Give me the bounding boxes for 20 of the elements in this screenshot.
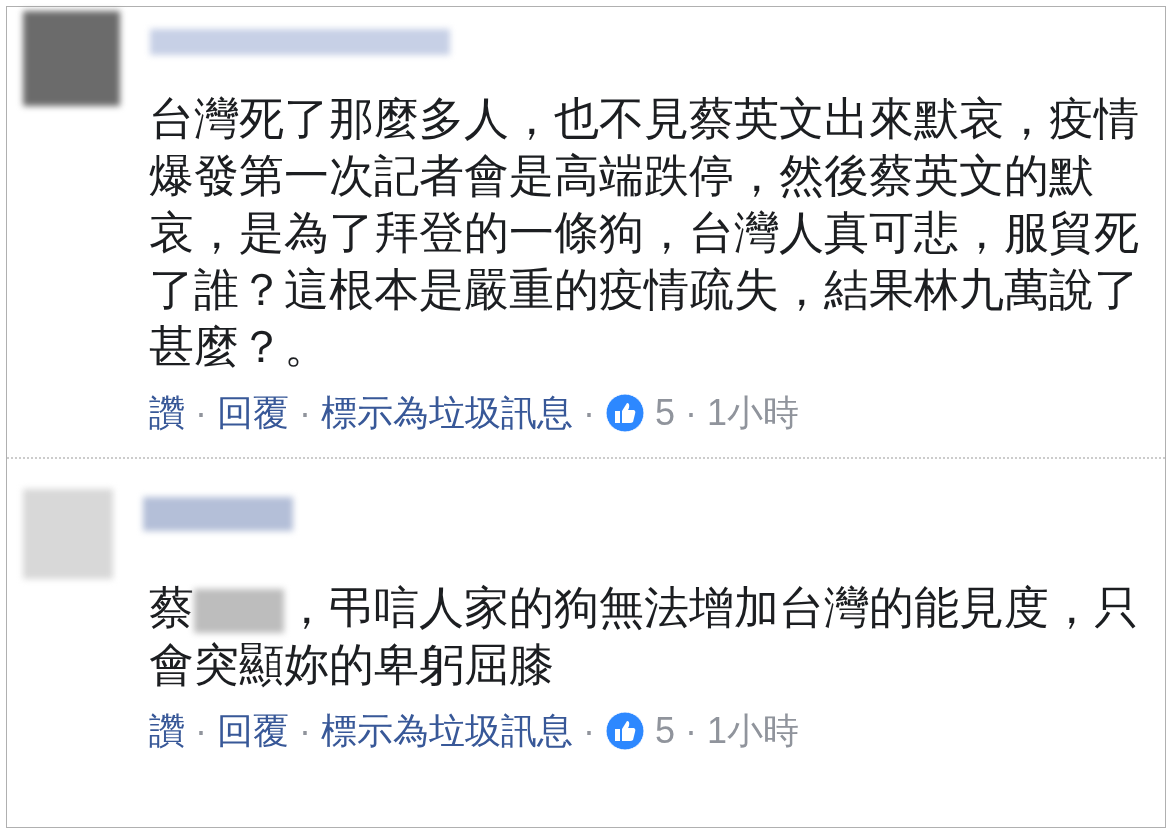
- separator-dot: ·: [195, 391, 207, 435]
- separator-dot: ·: [583, 709, 595, 753]
- comment-action-link[interactable]: 標示為垃圾訊息: [321, 709, 573, 753]
- thumbs-up-icon: [605, 393, 645, 433]
- comment-action-link[interactable]: 回覆: [217, 709, 289, 753]
- separator-dot: ·: [685, 391, 698, 435]
- thumbs-up-icon: [605, 711, 645, 751]
- comment-text: 蔡 ，弔唁人家的狗無法增加台灣的能見度，只會突顯妳的卑躬屈膝: [149, 581, 1140, 692]
- comment-action-link[interactable]: 讚: [149, 391, 185, 435]
- like-count: 5: [655, 709, 676, 753]
- separator-dot: ·: [299, 709, 311, 753]
- separator-dot: ·: [685, 709, 698, 753]
- like-count: 5: [655, 391, 676, 435]
- separator-dot: ·: [299, 391, 311, 435]
- comment-action-link[interactable]: 讚: [149, 709, 185, 753]
- separator-dot: ·: [195, 709, 207, 753]
- separator-dot: ·: [583, 391, 595, 435]
- comment-action-link[interactable]: 回覆: [217, 391, 289, 435]
- comment-text: 台灣死了那麼多人，也不見蔡英文出來默哀，疫情爆發第一次記者會是高端跌停，然後蔡英文的默哀，是為了拜登的一條狗，台灣人真可悲，服貿死了誰？這根本是嚴重的疫情疏失，結果林九萬說了甚麼？。: [149, 92, 1140, 374]
- comment-action-link[interactable]: 標示為垃圾訊息: [321, 391, 573, 435]
